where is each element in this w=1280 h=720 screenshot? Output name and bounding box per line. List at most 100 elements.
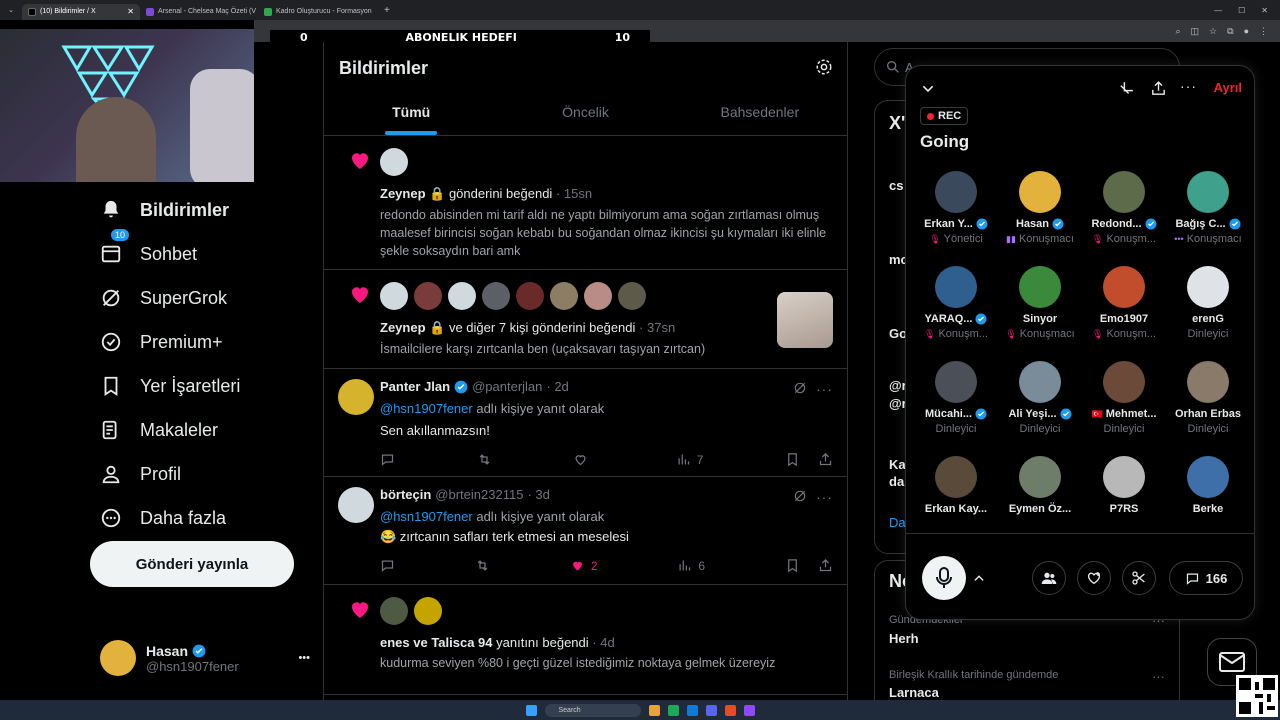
browser-menu-icon[interactable]: ⋮ (1259, 26, 1268, 37)
chrome-icon[interactable] (724, 704, 736, 716)
sidebar-item-bildirimler[interactable]: Bildirimler (90, 188, 310, 232)
space-member[interactable]: erenG Dinleyici (1166, 266, 1250, 357)
like-button[interactable]: 2 (570, 558, 598, 573)
avatar[interactable] (1187, 171, 1229, 213)
space-member[interactable]: Bağış C... ••• Konuşmacı (1166, 171, 1250, 262)
user-name[interactable]: enes ve Talisca 94 (380, 635, 493, 650)
edge-icon[interactable] (686, 704, 698, 716)
people-button[interactable] (1032, 561, 1066, 595)
mention-link[interactable]: @hsn1907fener (380, 509, 473, 524)
avatar[interactable] (935, 266, 977, 308)
space-member[interactable]: 🇹🇷 Mehmet... Dinleyici (1082, 361, 1166, 452)
avatar[interactable] (1103, 266, 1145, 308)
like-notification[interactable]: Zeynep 🔒 gönderini beğendi · 15sn redond… (324, 136, 847, 270)
bookmark-icon[interactable] (785, 558, 800, 573)
extension-icon[interactable]: ◫ (1191, 26, 1200, 37)
avatar[interactable] (338, 379, 374, 415)
reply-post[interactable]: Panter Jlan @panterjlan · 2d ··· @hsn190… (324, 369, 847, 477)
avatar[interactable] (380, 148, 408, 176)
more-options-icon[interactable]: ··· (816, 381, 833, 397)
share-icon[interactable] (1150, 80, 1167, 97)
space-member[interactable]: Ali Yeşi... Dinleyici (998, 361, 1082, 452)
react-button[interactable] (1077, 561, 1111, 595)
user-name[interactable]: Zeynep (380, 320, 426, 335)
gear-icon[interactable] (815, 58, 833, 76)
grok-icon[interactable] (793, 489, 807, 503)
grok-icon[interactable] (793, 381, 807, 395)
avatar[interactable] (448, 282, 476, 310)
sidebar-item-premium[interactable]: Premium+ (90, 320, 310, 364)
space-member[interactable]: Emo1907 🎙 Konuşm... (1082, 266, 1166, 357)
reply-post[interactable]: börteçin @brtein232115 · 3d ··· @hsn1907… (324, 477, 847, 585)
avatar[interactable] (584, 282, 612, 310)
avatar[interactable] (380, 597, 408, 625)
sidebar-item-bookmarks[interactable]: Yer İşaretleri (90, 364, 310, 408)
avatar[interactable] (1103, 456, 1145, 498)
leave-button[interactable]: Ayrıl (1214, 80, 1242, 95)
more-options-icon[interactable]: ··· (1152, 669, 1165, 684)
discord-icon[interactable] (705, 704, 717, 716)
taskbar-app-icon[interactable] (667, 704, 679, 716)
avatar[interactable] (1187, 361, 1229, 403)
avatar[interactable] (935, 361, 977, 403)
avatar[interactable] (550, 282, 578, 310)
avatar[interactable] (414, 282, 442, 310)
sidebar-item-supergrok[interactable]: SuperGrok (90, 276, 310, 320)
tab-close-icon[interactable]: ✕ (127, 7, 134, 16)
browser-tab-arsenal[interactable]: Arsenal - Chelsea Maç Özeti (V ✕ (140, 4, 258, 20)
avatar[interactable] (1019, 361, 1061, 403)
user-name[interactable]: börteçin (380, 487, 431, 502)
comments-button[interactable]: 166 (1169, 561, 1243, 595)
sidebar-item-makaleler[interactable]: Makaleler (90, 408, 310, 452)
file-explorer-icon[interactable] (648, 704, 660, 716)
space-member[interactable]: YARAQ... 🎙 Konuşm... (914, 266, 998, 357)
account-switcher[interactable]: Hasan @hsn1907fener ••• (100, 638, 310, 678)
mic-button[interactable] (922, 556, 966, 600)
avatar[interactable] (414, 597, 442, 625)
sidebar-item-sohbet[interactable]: 10 Sohbet (90, 228, 310, 276)
chevron-down-icon[interactable] (920, 81, 936, 97)
right-fragment[interactable]: Da (889, 515, 906, 530)
views-button[interactable]: 6 (677, 558, 705, 573)
maximize-icon[interactable]: ☐ (1238, 6, 1245, 15)
reply-button[interactable] (380, 452, 395, 467)
new-tab-button[interactable]: + (376, 5, 398, 16)
avatar[interactable] (1019, 456, 1061, 498)
avatar[interactable] (1187, 266, 1229, 308)
like-button[interactable] (573, 452, 594, 467)
post-button[interactable]: Gönderi yayınla (90, 541, 294, 587)
share-icon[interactable] (818, 558, 833, 573)
start-icon[interactable] (525, 704, 537, 716)
browser-tab-kadro[interactable]: Kadro Oluşturucu - Formasyon ✕ (258, 4, 376, 20)
tab-bahsedenler[interactable]: Bahsedenler (673, 89, 847, 135)
tab-oncelik[interactable]: Öncelik (498, 89, 672, 135)
post-thumbnail[interactable] (777, 292, 833, 348)
avatar[interactable] (1103, 171, 1145, 213)
avatar[interactable] (1103, 361, 1145, 403)
space-member[interactable]: Mücahi... Dinleyici (914, 361, 998, 452)
trend-name[interactable]: Herh (889, 631, 919, 646)
taskbar-search-input[interactable]: Search (544, 703, 641, 717)
user-name[interactable]: Zeynep (380, 186, 426, 201)
avatar[interactable] (1187, 456, 1229, 498)
repost-button[interactable] (477, 452, 492, 467)
avatar[interactable] (338, 487, 374, 523)
space-member[interactable]: Redond... 🎙 Konuşm... (1082, 171, 1166, 262)
tab-tumu[interactable]: Tümü (324, 89, 498, 135)
reply-button[interactable] (380, 558, 395, 573)
repost-button[interactable] (475, 558, 490, 573)
tab-search-icon[interactable]: ⌄ (0, 6, 22, 14)
puzzle-icon[interactable]: ⧉ (1227, 26, 1233, 37)
bookmark-icon[interactable] (785, 452, 800, 467)
like-notification[interactable]: enes ve Talisca 94 yanıtını beğendi · 4d… (324, 585, 847, 695)
avatar[interactable] (380, 282, 408, 310)
more-options-icon[interactable]: ··· (1180, 78, 1197, 94)
zoom-icon[interactable]: ⌕ (1175, 26, 1180, 37)
views-button[interactable]: 7 (676, 452, 703, 467)
avatar[interactable] (516, 282, 544, 310)
avatar[interactable] (618, 282, 646, 310)
user-name[interactable]: Panter Jlan (380, 379, 450, 394)
space-member[interactable]: Orhan Erbas Dinleyici (1166, 361, 1250, 452)
avatar[interactable] (482, 282, 510, 310)
chevron-up-icon[interactable] (972, 571, 986, 585)
